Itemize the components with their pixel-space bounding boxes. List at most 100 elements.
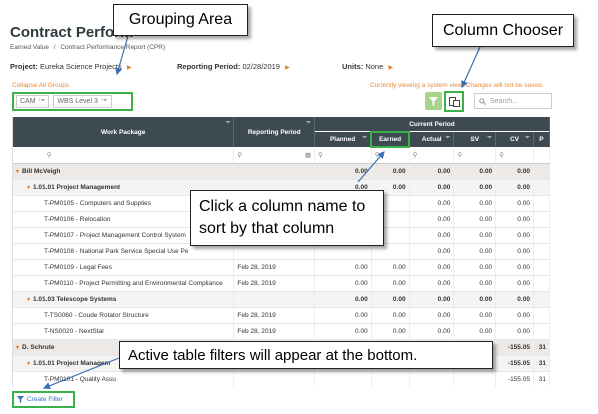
period-label: Reporting Period:	[177, 62, 241, 71]
row-label: T-TS0060 - Coude Rotator Structure	[44, 311, 149, 319]
collapse-caret-icon[interactable]: ▾	[27, 185, 30, 191]
cell-reporting-period: Feb 28, 2019	[233, 323, 315, 340]
search-icon	[479, 97, 486, 105]
row-label: 1.01.03 Telescope Systems	[33, 295, 117, 303]
filter-icon[interactable]: ⏷	[306, 120, 311, 127]
filter-icon[interactable]: ⏷	[226, 120, 231, 127]
cell-planned: 0.00	[314, 307, 372, 324]
table-row[interactable]: T-PM0109 - Legal Fees Feb 28, 2019 0.00 0.0…	[13, 259, 550, 276]
row-label: T-NS0020 - NextStar	[44, 327, 105, 335]
callout-sort-line1: Click a column name to	[199, 198, 366, 215]
group-chip-cam[interactable]: CAM ↑⏷	[16, 95, 50, 108]
filter-row: ⚲ ⚲ ▦ ⚲ ⚲ ⚲ ⚲ ⚲	[13, 147, 550, 164]
row-label: 1.01.01 Project Managem	[33, 359, 111, 367]
filter-icon[interactable]: ⏷	[525, 135, 530, 142]
cell-actual: 0.00	[409, 291, 455, 308]
column-filter-input[interactable]: ⚲ ▦	[233, 147, 315, 164]
search-icon: ⚲	[457, 151, 463, 159]
calendar-icon[interactable]: ▦	[305, 151, 311, 159]
column-header-earned[interactable]: Earned	[370, 131, 411, 148]
collapse-caret-icon[interactable]: ▾	[27, 361, 30, 367]
cell-work-package: T-NS0020 - NextStar	[13, 323, 235, 340]
cell-planned: 0.00	[314, 259, 372, 276]
filter-icon[interactable]: ⏷	[362, 135, 367, 142]
column-header-sv[interactable]: SV ⏷	[453, 132, 497, 147]
row-label: Bill McVeigh	[22, 167, 61, 175]
row-label: D. Schrute	[22, 343, 55, 351]
collapse-caret-icon[interactable]: ▾	[27, 297, 30, 303]
column-filter-input[interactable]: ⚲	[409, 147, 455, 164]
column-header-p[interactable]: P	[533, 132, 550, 147]
column-header-actual[interactable]: Actual ⏷	[409, 132, 455, 147]
breadcrumb-earned-value[interactable]: Earned Value	[10, 44, 49, 51]
filter-icon[interactable]: ⏷	[487, 135, 492, 142]
cell-actual: 0.00	[409, 211, 455, 228]
header-label: SV	[470, 136, 480, 143]
cell-p: 31	[533, 371, 550, 387]
cell-actual: 0.00	[409, 243, 455, 260]
column-header-cv[interactable]: CV ⏷	[495, 132, 534, 147]
cell-cv: -155.05	[495, 371, 534, 387]
column-filter-input[interactable]: ⚲	[314, 147, 372, 164]
table-row[interactable]: T-PM0101 - Quality Assu -155.05 31	[13, 371, 550, 387]
sort-filter-icon[interactable]: ↑⏷	[38, 98, 46, 105]
column-header-planned[interactable]: Planned ⏷	[314, 132, 372, 147]
filter-icon[interactable]: ⏷	[446, 135, 451, 142]
group-row[interactable]: ▾ 1.01.03 Telescope Systems 0.00 0.00 0.00 0.…	[13, 291, 550, 308]
cell-work-package: ▾ Bill McVeigh	[13, 163, 235, 180]
grouping-area[interactable]: CAM ↑⏷ WBS Level 3 ↑⏷	[12, 92, 133, 111]
cell-sv: 0.00	[453, 227, 497, 244]
column-header-work-package[interactable]: Work Package ⏷	[13, 117, 235, 147]
cell-sv: 0.00	[453, 275, 497, 292]
cell-p	[533, 307, 550, 324]
collapse-all-groups-link[interactable]: Collapse All Groups	[12, 82, 69, 89]
search-icon: ⚲	[374, 152, 380, 160]
group-row[interactable]: ▾ Bill McVeigh 0.00 0.00 0.00 0.00 0.00	[13, 163, 550, 180]
collapse-caret-icon[interactable]: ▾	[16, 345, 19, 351]
cell-p	[533, 211, 550, 228]
cell-work-package: T-PM0109 - Legal Fees	[13, 259, 235, 276]
group-chip-wbs-level-3[interactable]: WBS Level 3 ↑⏷	[53, 95, 112, 108]
cell-planned	[314, 371, 372, 387]
column-filter-input[interactable]: ⚲	[371, 147, 410, 164]
sort-filter-icon[interactable]: ↑⏷	[100, 98, 108, 105]
cell-work-package: T-TS0060 - Coude Rotator Structure	[13, 307, 235, 324]
period-selector[interactable]: Reporting Period: 02/28/2019 ▶	[177, 62, 290, 71]
system-view-notice: Currently viewing a system view. Changes…	[370, 82, 544, 89]
row-label: T-PM0105 - Computers and Supplies	[44, 199, 151, 207]
cell-earned	[371, 371, 410, 387]
search-icon: ⚲	[412, 151, 418, 159]
caret-right-icon: ▶	[388, 65, 393, 71]
create-filter-button[interactable]: Create Filter	[12, 391, 75, 408]
project-value: Eureka Science Projects	[40, 62, 122, 71]
search-input[interactable]: Search...	[474, 93, 552, 109]
header-label: CV	[509, 136, 520, 143]
cell-earned: 0.00	[371, 275, 410, 292]
filter-toggle-button[interactable]	[425, 92, 442, 110]
cell-p	[533, 227, 550, 244]
column-filter-input[interactable]: ⚲	[453, 147, 497, 164]
header-label: Work Package	[101, 128, 146, 136]
cell-reporting-period	[233, 371, 315, 387]
cell-cv: 0.00	[495, 259, 534, 276]
units-selector[interactable]: Units: None ▶	[342, 62, 393, 71]
column-filter-input[interactable]: ⚲	[13, 147, 235, 164]
project-selector[interactable]: Project: Eureka Science Projects ▶	[10, 62, 131, 71]
cell-p	[533, 275, 550, 292]
cell-reporting-period: Feb 28, 2019	[233, 307, 315, 324]
table-row[interactable]: T-NS0020 - NextStar Feb 28, 2019 0.00 0.00 0…	[13, 323, 550, 340]
funnel-icon	[17, 396, 24, 403]
table-row[interactable]: T-PM0110 - Project Permitting and Enviro…	[13, 275, 550, 292]
header-label: Planned	[329, 136, 356, 143]
cell-sv: 0.00	[453, 307, 497, 324]
cell-sv: 0.00	[453, 163, 497, 180]
search-icon: ⚲	[318, 151, 323, 159]
column-filter-input[interactable]	[533, 147, 550, 164]
column-header-reporting-period[interactable]: Reporting Period ⏷	[233, 117, 315, 147]
column-chooser-button[interactable]	[444, 91, 464, 112]
table-row[interactable]: T-TS0060 - Coude Rotator Structure Feb 28…	[13, 307, 550, 324]
collapse-caret-icon[interactable]: ▾	[16, 169, 19, 175]
cell-actual: 0.00	[409, 227, 455, 244]
cell-planned: 0.00	[314, 323, 372, 340]
column-filter-input[interactable]: ⚲	[495, 147, 534, 164]
